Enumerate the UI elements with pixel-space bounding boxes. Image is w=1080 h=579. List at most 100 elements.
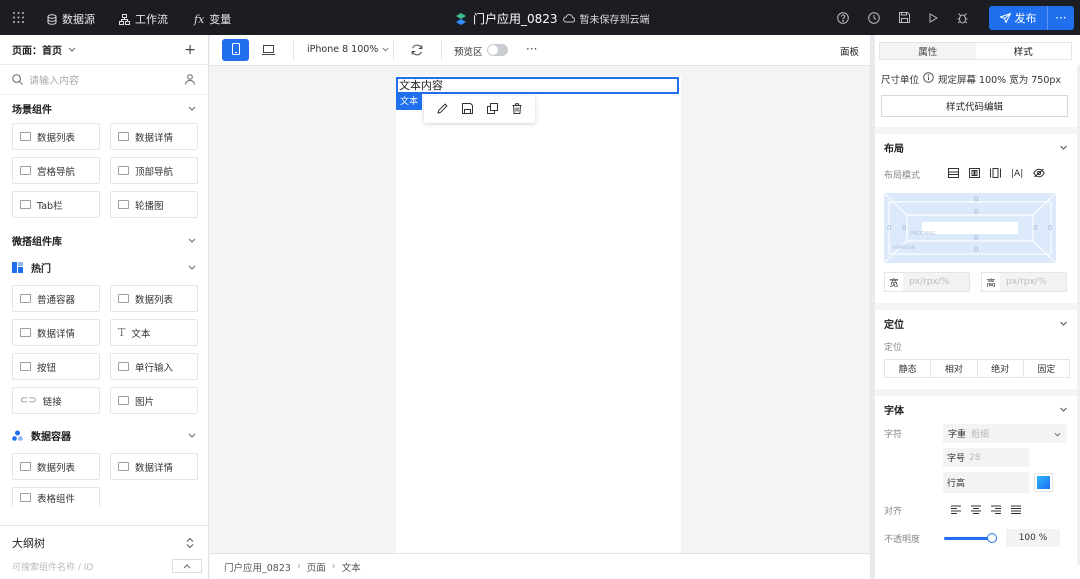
publish-button[interactable]: 发布 (989, 5, 1047, 30)
align-center-icon[interactable] (971, 504, 981, 517)
comp-scene-3[interactable]: 顶部导航 (110, 157, 198, 184)
padding-left-value[interactable]: 0 (902, 224, 906, 232)
variables-menu[interactable]: fx 变量 (194, 11, 231, 27)
detail-icon (118, 462, 129, 471)
table-icon (20, 493, 31, 502)
tab-properties[interactable]: 属性 (880, 43, 976, 59)
scene-section-header[interactable]: 场景组件 (0, 97, 208, 119)
preview-toggle[interactable] (487, 44, 508, 56)
margin-left-value[interactable]: 0 (887, 224, 891, 232)
component-search[interactable]: 请输入内容 (0, 65, 208, 95)
comp-scene-5[interactable]: 轮播图 (110, 191, 198, 218)
comp-scene-0[interactable]: 数据列表 (12, 123, 100, 150)
margin-right-value[interactable]: 0 (1048, 224, 1052, 232)
opacity-value[interactable]: 100 % (1006, 529, 1060, 547)
workflow-menu[interactable]: 工作流 (119, 11, 168, 27)
align-right-icon[interactable] (991, 504, 1001, 517)
desktop-icon[interactable] (262, 45, 275, 58)
width-input[interactable]: px/rpx/% (903, 273, 969, 291)
comp-hot-2[interactable]: 数据详情 (12, 319, 100, 346)
page-selector[interactable]: 页面：首页 + (0, 35, 208, 65)
panel-label[interactable]: 面板 (840, 44, 859, 58)
position-fixed[interactable]: 固定 (1024, 360, 1069, 377)
app-title[interactable]: 门户应用_0823 (473, 10, 558, 27)
font-section-header[interactable]: 字体 (871, 389, 1080, 423)
add-page-icon[interactable]: + (184, 42, 196, 58)
font-size-input[interactable]: 字号 28 (943, 448, 1029, 467)
padding-bottom-value[interactable]: 0 (974, 234, 978, 242)
position-absolute[interactable]: 绝对 (978, 360, 1024, 377)
comp-hot-3[interactable]: T 文本 (110, 319, 198, 346)
position-relative[interactable]: 相对 (931, 360, 978, 377)
device-label: iPhone 8 100% (307, 44, 379, 55)
collapse-up-icon[interactable] (172, 559, 202, 573)
line-height-input[interactable]: 行高 (943, 472, 1029, 493)
font-color-picker[interactable] (1034, 473, 1053, 492)
opacity-slider-thumb[interactable] (987, 532, 997, 543)
comp-hot-4[interactable]: 按钮 (12, 353, 100, 380)
comp-scene-2[interactable]: 宫格导航 (12, 157, 100, 184)
comp-hot-5[interactable]: 单行输入 (110, 353, 198, 380)
more-icon[interactable]: ··· (526, 42, 537, 56)
data-section-header[interactable]: 数据容器 (0, 424, 208, 446)
layout-block-icon[interactable] (948, 167, 959, 181)
layout-inline-block-icon[interactable] (990, 167, 1001, 181)
save-template-icon[interactable] (462, 102, 473, 117)
margin-bottom-value[interactable]: 0 (974, 246, 978, 254)
padding-top-value[interactable]: 0 (974, 208, 978, 216)
breadcrumb-page[interactable]: 页面 (307, 560, 326, 574)
play-icon[interactable] (929, 12, 938, 23)
comp-data-1[interactable]: 数据详情 (110, 453, 198, 480)
grid-menu-icon[interactable] (12, 11, 25, 24)
breadcrumb-component[interactable]: 文本 (342, 560, 361, 574)
position-section-header[interactable]: 定位 (871, 303, 1080, 337)
position-static[interactable]: 静态 (885, 360, 932, 377)
edit-pencil-icon[interactable] (437, 102, 448, 117)
info-icon[interactable] (923, 72, 934, 86)
publish-more-button[interactable]: ··· (1047, 5, 1074, 30)
library-section-header[interactable]: 微搭组件库 (0, 229, 208, 251)
user-group-icon[interactable] (184, 74, 196, 85)
comp-scene-4[interactable]: Tab栏 (12, 191, 100, 218)
opacity-slider[interactable] (944, 532, 997, 543)
refresh-icon[interactable] (411, 44, 423, 59)
mobile-view-button[interactable] (222, 39, 249, 61)
search-input[interactable]: 请输入内容 (29, 72, 178, 87)
layout-section-header[interactable]: 布局 (871, 127, 1080, 161)
align-justify-icon[interactable] (1011, 504, 1021, 517)
comp-scene-1[interactable]: 数据详情 (110, 123, 198, 150)
breadcrumb-app[interactable]: 门户应用_0823 (224, 560, 291, 574)
hot-section-header[interactable]: 热门 (0, 256, 208, 278)
comp-hot-1[interactable]: 数据列表 (110, 285, 198, 312)
expand-collapse-icon[interactable] (186, 537, 194, 548)
box-model-editor[interactable]: 0 0 0 0 0 0 PADDING 0 MARGIN 0 (884, 193, 1056, 263)
selected-text-component[interactable]: 文本内容 (396, 77, 679, 94)
font-weight-select[interactable]: 字重 粗细 (943, 424, 1067, 443)
help-icon[interactable] (837, 11, 849, 24)
height-input[interactable]: px/rpx/% (1000, 273, 1066, 291)
layout-inline-icon[interactable]: |A| (1011, 169, 1023, 179)
comp-data-2[interactable]: 表格组件 (12, 487, 100, 507)
history-icon[interactable] (868, 11, 880, 24)
margin-top-value[interactable]: 0 (974, 195, 978, 203)
outline-search-input[interactable]: 可搜索组件名称 / ID (12, 560, 93, 573)
align-left-icon[interactable] (951, 504, 961, 517)
design-canvas[interactable]: 文本内容 文本 (210, 66, 870, 553)
device-selector[interactable]: iPhone 8 100% (307, 44, 389, 55)
datasource-menu[interactable]: 数据源 (47, 11, 95, 27)
phone-frame[interactable]: 文本内容 文本 (396, 76, 681, 553)
delete-trash-icon[interactable] (512, 102, 522, 117)
layout-hidden-eye-icon[interactable] (1033, 168, 1046, 181)
comp-hot-0[interactable]: 普通容器 (12, 285, 100, 312)
debug-bug-icon[interactable] (957, 12, 968, 24)
save-icon[interactable] (899, 12, 910, 23)
style-code-button[interactable]: 样式代码编辑 (881, 95, 1068, 117)
font-weight-label: 字重 (947, 430, 966, 440)
tab-style[interactable]: 样式 (975, 43, 1071, 59)
comp-hot-7[interactable]: 图片 (110, 387, 198, 414)
comp-data-0[interactable]: 数据列表 (12, 453, 100, 480)
copy-icon[interactable] (487, 102, 498, 117)
padding-right-value[interactable]: 0 (1033, 224, 1037, 232)
layout-flex-icon[interactable] (969, 167, 980, 181)
comp-hot-6[interactable]: ⊂⊃ 链接 (12, 387, 100, 414)
